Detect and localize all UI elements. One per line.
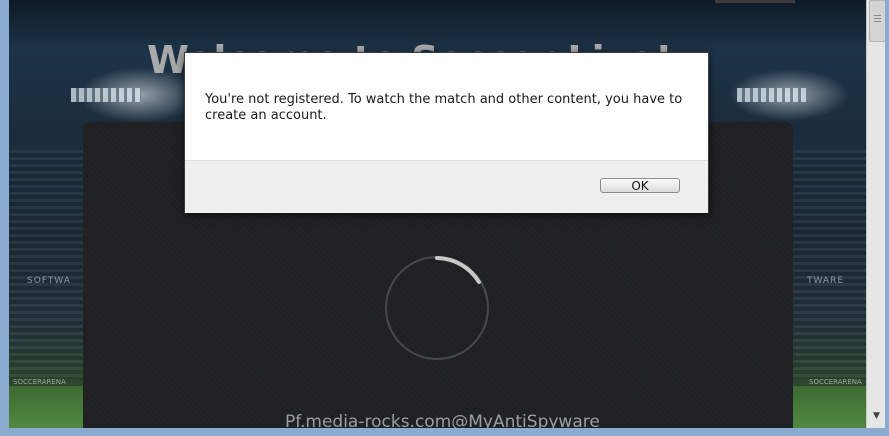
dialog-footer: OK — [185, 160, 708, 213]
ok-button[interactable]: OK — [600, 178, 680, 193]
alert-dialog: You're not registered. To watch the matc… — [184, 52, 709, 213]
dialog-message: You're not registered. To watch the matc… — [205, 92, 683, 123]
